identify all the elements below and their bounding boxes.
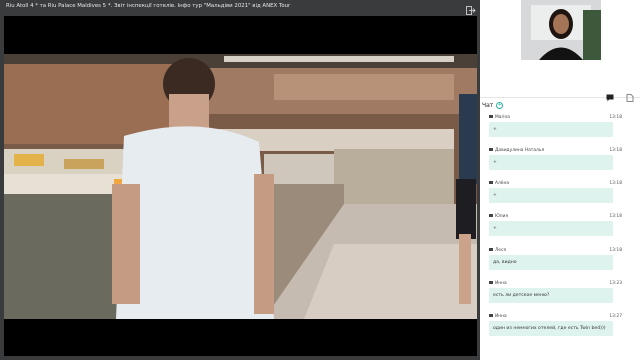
document-icon[interactable] <box>626 87 634 102</box>
message-author: Юлия <box>495 214 509 219</box>
webinar-title: Riu Atoll 4 * та Riu Palace Maldives 5 *… <box>0 0 480 13</box>
user-role-icon <box>489 181 493 184</box>
user-role-icon <box>489 248 493 251</box>
chat-message: Леся 13:18 да, видно <box>489 247 636 270</box>
chat-message: Алёна 13:18 + <box>489 180 636 203</box>
message-time: 13:18 <box>609 115 622 120</box>
user-role-icon <box>489 115 493 118</box>
user-role-icon <box>489 214 493 217</box>
message-time: 13:18 <box>609 214 622 219</box>
video-frame-image <box>4 54 477 319</box>
message-time: 13:18 <box>609 248 622 253</box>
message-time: 13:23 <box>609 281 622 286</box>
chat-message: Юлия 13:18 + <box>489 213 636 236</box>
message-text: да, видно <box>489 255 613 270</box>
message-author: Инна <box>495 281 507 286</box>
side-panel: Чат + Marina 13:18 + Давидулина Наталья 13… <box>480 0 640 360</box>
message-author: Marina <box>495 115 510 120</box>
message-author: Леся <box>495 248 507 253</box>
chat-bubble-icon[interactable] <box>606 87 614 102</box>
message-text: + <box>489 155 613 170</box>
panel-toolbar <box>480 84 640 102</box>
chat-header: Чат + <box>482 100 504 110</box>
chat-message: Marina 13:18 + <box>489 114 636 137</box>
chat-title: Чат <box>482 101 494 109</box>
video-pane: Riu Atoll 4 * та Riu Palace Maldives 5 *… <box>0 0 480 360</box>
message-text: + <box>489 221 613 236</box>
app-window: Riu Atoll 4 * та Riu Palace Maldives 5 *… <box>0 0 640 360</box>
message-time: 13:18 <box>609 181 622 186</box>
message-author: Давидулина Наталья <box>495 148 545 153</box>
message-text: один из немногих отелей, где есть Twin b… <box>489 321 613 336</box>
chat-message: Давидулина Наталья 13:18 + <box>489 147 636 170</box>
user-role-icon <box>489 148 493 151</box>
message-time: 13:18 <box>609 148 622 153</box>
message-text: + <box>489 122 613 137</box>
user-role-icon <box>489 281 493 284</box>
message-time: 13:27 <box>609 314 622 319</box>
message-text: есть ли детское меню? <box>489 288 613 303</box>
chat-message: Инна 13:27 один из немногих отелей, где е… <box>489 313 636 336</box>
user-role-icon <box>489 314 493 317</box>
exit-icon[interactable] <box>465 1 476 15</box>
video-player[interactable] <box>4 16 477 356</box>
chat-message: Инна 13:23 есть ли детское меню? <box>489 280 636 303</box>
message-text: + <box>489 188 613 203</box>
presenter-webcam <box>521 0 601 60</box>
message-author: Алёна <box>495 181 510 186</box>
message-author: Инна <box>495 314 507 319</box>
add-circle-icon[interactable]: + <box>496 101 504 109</box>
